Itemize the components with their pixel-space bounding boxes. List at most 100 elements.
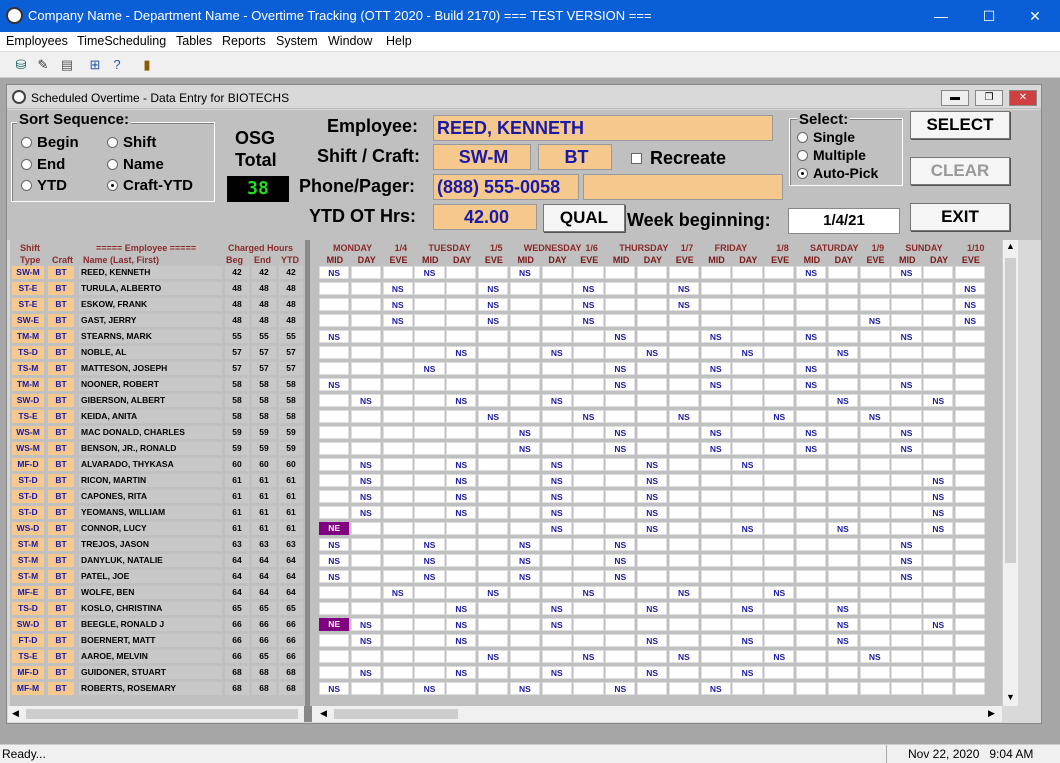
schedule-cell[interactable]: [796, 538, 827, 551]
schedule-cell[interactable]: NS: [319, 570, 350, 583]
craft-cell[interactable]: BT: [48, 506, 74, 519]
schedule-cell[interactable]: [319, 634, 350, 647]
schedule-cell[interactable]: NS: [541, 474, 572, 487]
schedule-cell[interactable]: [827, 506, 859, 519]
schedule-cell[interactable]: NS: [541, 506, 572, 519]
schedule-cell[interactable]: [605, 618, 636, 631]
schedule-cell[interactable]: [573, 442, 604, 455]
schedule-cell[interactable]: [891, 682, 922, 695]
schedule-cell[interactable]: [637, 538, 668, 551]
schedule-cell[interactable]: [796, 554, 827, 567]
schedule-cell[interactable]: [414, 346, 445, 359]
schedule-cell[interactable]: [414, 282, 445, 295]
schedule-cell[interactable]: [955, 570, 986, 583]
schedule-cell[interactable]: [955, 410, 986, 423]
schedule-cell[interactable]: [509, 362, 541, 375]
schedule-cell[interactable]: [605, 522, 636, 535]
schedule-cell[interactable]: [827, 474, 859, 487]
shift-type-cell[interactable]: WS-D: [12, 522, 44, 535]
schedule-cell[interactable]: [509, 490, 541, 503]
schedule-cell[interactable]: NS: [350, 506, 382, 519]
schedule-cell[interactable]: [605, 282, 636, 295]
schedule-cell[interactable]: [382, 618, 413, 631]
schedule-cell[interactable]: [509, 602, 541, 615]
schedule-cell[interactable]: [382, 330, 413, 343]
schedule-cell[interactable]: [827, 314, 859, 327]
employee-name-cell[interactable]: ROBERTS, ROSEMARY: [79, 682, 222, 695]
schedule-cell[interactable]: [319, 314, 350, 327]
schedule-cell[interactable]: [637, 442, 668, 455]
schedule-cell[interactable]: NS: [319, 330, 350, 343]
schedule-cell[interactable]: [668, 554, 700, 567]
schedule-cell[interactable]: [446, 554, 477, 567]
schedule-cell[interactable]: [923, 362, 954, 375]
schedule-cell[interactable]: NS: [955, 298, 986, 311]
schedule-cell[interactable]: NS: [509, 570, 541, 583]
schedule-cell[interactable]: [509, 666, 541, 679]
schedule-cell[interactable]: [382, 666, 413, 679]
schedule-cell[interactable]: [827, 458, 859, 471]
schedule-cell[interactable]: NS: [478, 586, 509, 599]
schedule-cell[interactable]: [955, 554, 986, 567]
schedule-cell[interactable]: [891, 282, 922, 295]
schedule-cell[interactable]: NS: [541, 666, 572, 679]
schedule-cell[interactable]: NS: [796, 442, 827, 455]
schedule-cell[interactable]: [350, 586, 382, 599]
schedule-cell[interactable]: NS: [605, 682, 636, 695]
craft-cell[interactable]: BT: [48, 682, 74, 695]
shift-type-cell[interactable]: TS-M: [12, 362, 44, 375]
schedule-cell[interactable]: [764, 474, 795, 487]
schedule-cell[interactable]: NS: [764, 410, 795, 423]
shift-type-cell[interactable]: TS-D: [12, 346, 44, 359]
schedule-cell[interactable]: [573, 474, 604, 487]
schedule-cell[interactable]: [955, 682, 986, 695]
schedule-cell[interactable]: NE: [319, 618, 350, 631]
schedule-cell[interactable]: [891, 410, 922, 423]
schedule-cell[interactable]: [796, 586, 827, 599]
schedule-cell[interactable]: [382, 682, 413, 695]
schedule-cell[interactable]: [509, 634, 541, 647]
schedule-cell[interactable]: [509, 282, 541, 295]
schedule-cell[interactable]: [859, 490, 890, 503]
schedule-cell[interactable]: [668, 506, 700, 519]
schedule-cell[interactable]: NS: [446, 618, 477, 631]
shift-type-cell[interactable]: FT-D: [12, 634, 44, 647]
schedule-cell[interactable]: [923, 266, 954, 279]
schedule-cell[interactable]: [350, 522, 382, 535]
pager-field[interactable]: [583, 174, 783, 200]
schedule-cell[interactable]: [541, 586, 572, 599]
schedule-cell[interactable]: [764, 298, 795, 311]
schedule-cell[interactable]: [764, 634, 795, 647]
schedule-cell[interactable]: [541, 682, 572, 695]
schedule-cell[interactable]: [319, 602, 350, 615]
schedule-cell[interactable]: [923, 378, 954, 391]
schedule-cell[interactable]: [478, 570, 509, 583]
schedule-cell[interactable]: [605, 314, 636, 327]
employee-name-cell[interactable]: TREJOS, JASON: [79, 538, 222, 551]
schedule-cell[interactable]: [955, 634, 986, 647]
schedule-cell[interactable]: [382, 266, 413, 279]
schedule-cell[interactable]: [827, 378, 859, 391]
schedule-cell[interactable]: [382, 538, 413, 551]
schedule-cell[interactable]: [478, 634, 509, 647]
schedule-cell[interactable]: [891, 362, 922, 375]
schedule-cell[interactable]: [573, 634, 604, 647]
schedule-cell[interactable]: [891, 666, 922, 679]
scroll-down-icon[interactable]: ▼: [1006, 692, 1015, 702]
schedule-cell[interactable]: NS: [414, 570, 445, 583]
schedule-cell[interactable]: [732, 314, 763, 327]
schedule-cell[interactable]: [796, 282, 827, 295]
schedule-cell[interactable]: [955, 602, 986, 615]
schedule-cell[interactable]: [764, 378, 795, 391]
schedule-cell[interactable]: [764, 426, 795, 439]
schedule-cell[interactable]: [732, 394, 763, 407]
phone-field[interactable]: (888) 555-0058: [433, 174, 579, 200]
schedule-cell[interactable]: [796, 570, 827, 583]
shift-type-cell[interactable]: TM-M: [12, 378, 44, 391]
schedule-cell[interactable]: [732, 426, 763, 439]
employee-name-cell[interactable]: DANYLUK, NATALIE: [79, 554, 222, 567]
sort-shift-radio[interactable]: Shift: [107, 134, 156, 151]
schedule-cell[interactable]: [446, 426, 477, 439]
shift-type-cell[interactable]: ST-D: [12, 490, 44, 503]
schedule-cell[interactable]: [414, 330, 445, 343]
